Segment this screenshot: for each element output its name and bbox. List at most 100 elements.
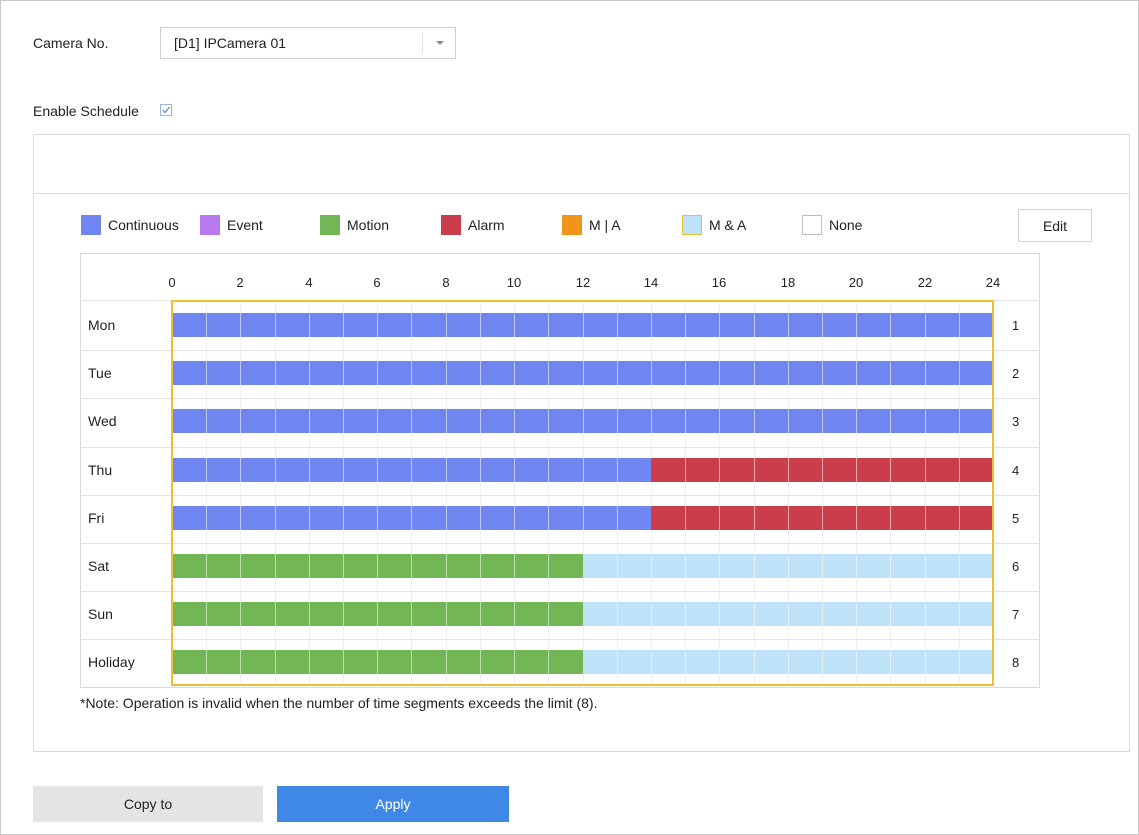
segment-hour-tick (446, 506, 447, 530)
row-number: 5 (1012, 511, 1020, 526)
segment-hour-tick (206, 506, 207, 530)
segment-hour-tick (788, 602, 789, 626)
chevron-down-icon[interactable] (436, 41, 444, 45)
segment-hour-tick (309, 409, 310, 433)
legend-item[interactable]: Event (200, 215, 263, 235)
segment-hour-tick (411, 409, 412, 433)
segment-hour-tick (959, 650, 960, 674)
segment-hour-tick (754, 313, 755, 337)
segment-hour-tick (309, 602, 310, 626)
segment-hour-tick (651, 409, 652, 433)
segment-hour-tick (856, 409, 857, 433)
segment-hour-tick (890, 409, 891, 433)
segment-hour-tick (548, 313, 549, 337)
segment-hour-tick (651, 650, 652, 674)
segment-hour-tick (583, 506, 584, 530)
segment-hour-tick (206, 409, 207, 433)
segment-hour-tick (890, 650, 891, 674)
legend-swatch (200, 215, 220, 235)
legend-label: Continuous (108, 217, 179, 233)
segment-hour-tick (822, 602, 823, 626)
row-number: 7 (1012, 607, 1020, 622)
segment-hour-tick (754, 602, 755, 626)
legend-item[interactable]: None (802, 215, 862, 235)
edit-button[interactable]: Edit (1018, 209, 1092, 242)
segment-hour-tick (343, 458, 344, 482)
segment-hour-tick (548, 506, 549, 530)
segment-hour-tick (925, 602, 926, 626)
segment-hour-tick (925, 650, 926, 674)
segment-hour-tick (309, 458, 310, 482)
segment-hour-tick (480, 313, 481, 337)
day-label: Sat (88, 558, 110, 574)
legend-item[interactable]: Continuous (81, 215, 179, 235)
segment-hour-tick (890, 554, 891, 578)
legend-item[interactable]: M | A (562, 215, 621, 235)
segment-hour-tick (514, 554, 515, 578)
segment-hour-tick (719, 602, 720, 626)
segment-hour-tick (411, 458, 412, 482)
segment-hour-tick (309, 554, 310, 578)
row-divider (80, 350, 1040, 351)
row-divider (80, 300, 1040, 301)
segment-hour-tick (548, 458, 549, 482)
check-icon (162, 106, 170, 114)
camera-no-label: Camera No. (33, 35, 109, 51)
camera-select[interactable]: [D1] IPCamera 01 (160, 27, 456, 59)
row-divider (80, 495, 1040, 496)
segment-hour-tick (275, 409, 276, 433)
segment-hour-tick (719, 458, 720, 482)
segment-hour-tick (240, 361, 241, 385)
segment-hour-tick (925, 361, 926, 385)
segment-hour-tick (822, 506, 823, 530)
panel-divider (33, 193, 1130, 194)
segment-hour-tick (651, 313, 652, 337)
segment-hour-tick (890, 602, 891, 626)
legend-item[interactable]: Motion (320, 215, 389, 235)
hour-label: 6 (373, 275, 381, 290)
hour-label: 20 (848, 275, 864, 290)
segment-hour-tick (548, 554, 549, 578)
segment-hour-tick (788, 361, 789, 385)
segment-hour-tick (856, 650, 857, 674)
legend-swatch (320, 215, 340, 235)
day-label: Sun (88, 606, 113, 622)
segment-hour-tick (446, 361, 447, 385)
segment-hour-tick (822, 409, 823, 433)
legend-item[interactable]: Alarm (441, 215, 505, 235)
segment-hour-tick (959, 554, 960, 578)
segment-hour-tick (240, 409, 241, 433)
segment-hour-tick (754, 554, 755, 578)
segment-hour-tick (719, 313, 720, 337)
segment-hour-tick (411, 602, 412, 626)
segment-hour-tick (343, 313, 344, 337)
segment-hour-tick (856, 361, 857, 385)
segment-hour-tick (822, 650, 823, 674)
day-label: Thu (88, 462, 113, 478)
segment-hour-tick (343, 361, 344, 385)
segment-hour-tick (206, 361, 207, 385)
segment-hour-tick (583, 458, 584, 482)
apply-button[interactable]: Apply (277, 786, 509, 822)
segment-hour-tick (856, 602, 857, 626)
enable-schedule-checkbox[interactable] (160, 104, 172, 116)
select-divider (422, 32, 423, 54)
segment-hour-tick (890, 506, 891, 530)
segment-hour-tick (959, 313, 960, 337)
legend-swatch (682, 215, 702, 235)
segment-hour-tick (685, 554, 686, 578)
day-label: Tue (88, 365, 112, 381)
segment-hour-tick (617, 313, 618, 337)
legend-swatch (562, 215, 582, 235)
segment-hour-tick (959, 409, 960, 433)
legend-item[interactable]: M & A (682, 215, 746, 235)
segment-hour-tick (343, 554, 344, 578)
segment-hour-tick (446, 313, 447, 337)
segment-hour-tick (377, 554, 378, 578)
segment-hour-tick (856, 313, 857, 337)
copy-to-button[interactable]: Copy to (33, 786, 263, 822)
segment-hour-tick (959, 361, 960, 385)
segment-hour-tick (446, 602, 447, 626)
segment-hour-tick (240, 458, 241, 482)
segment-hour-tick (514, 361, 515, 385)
